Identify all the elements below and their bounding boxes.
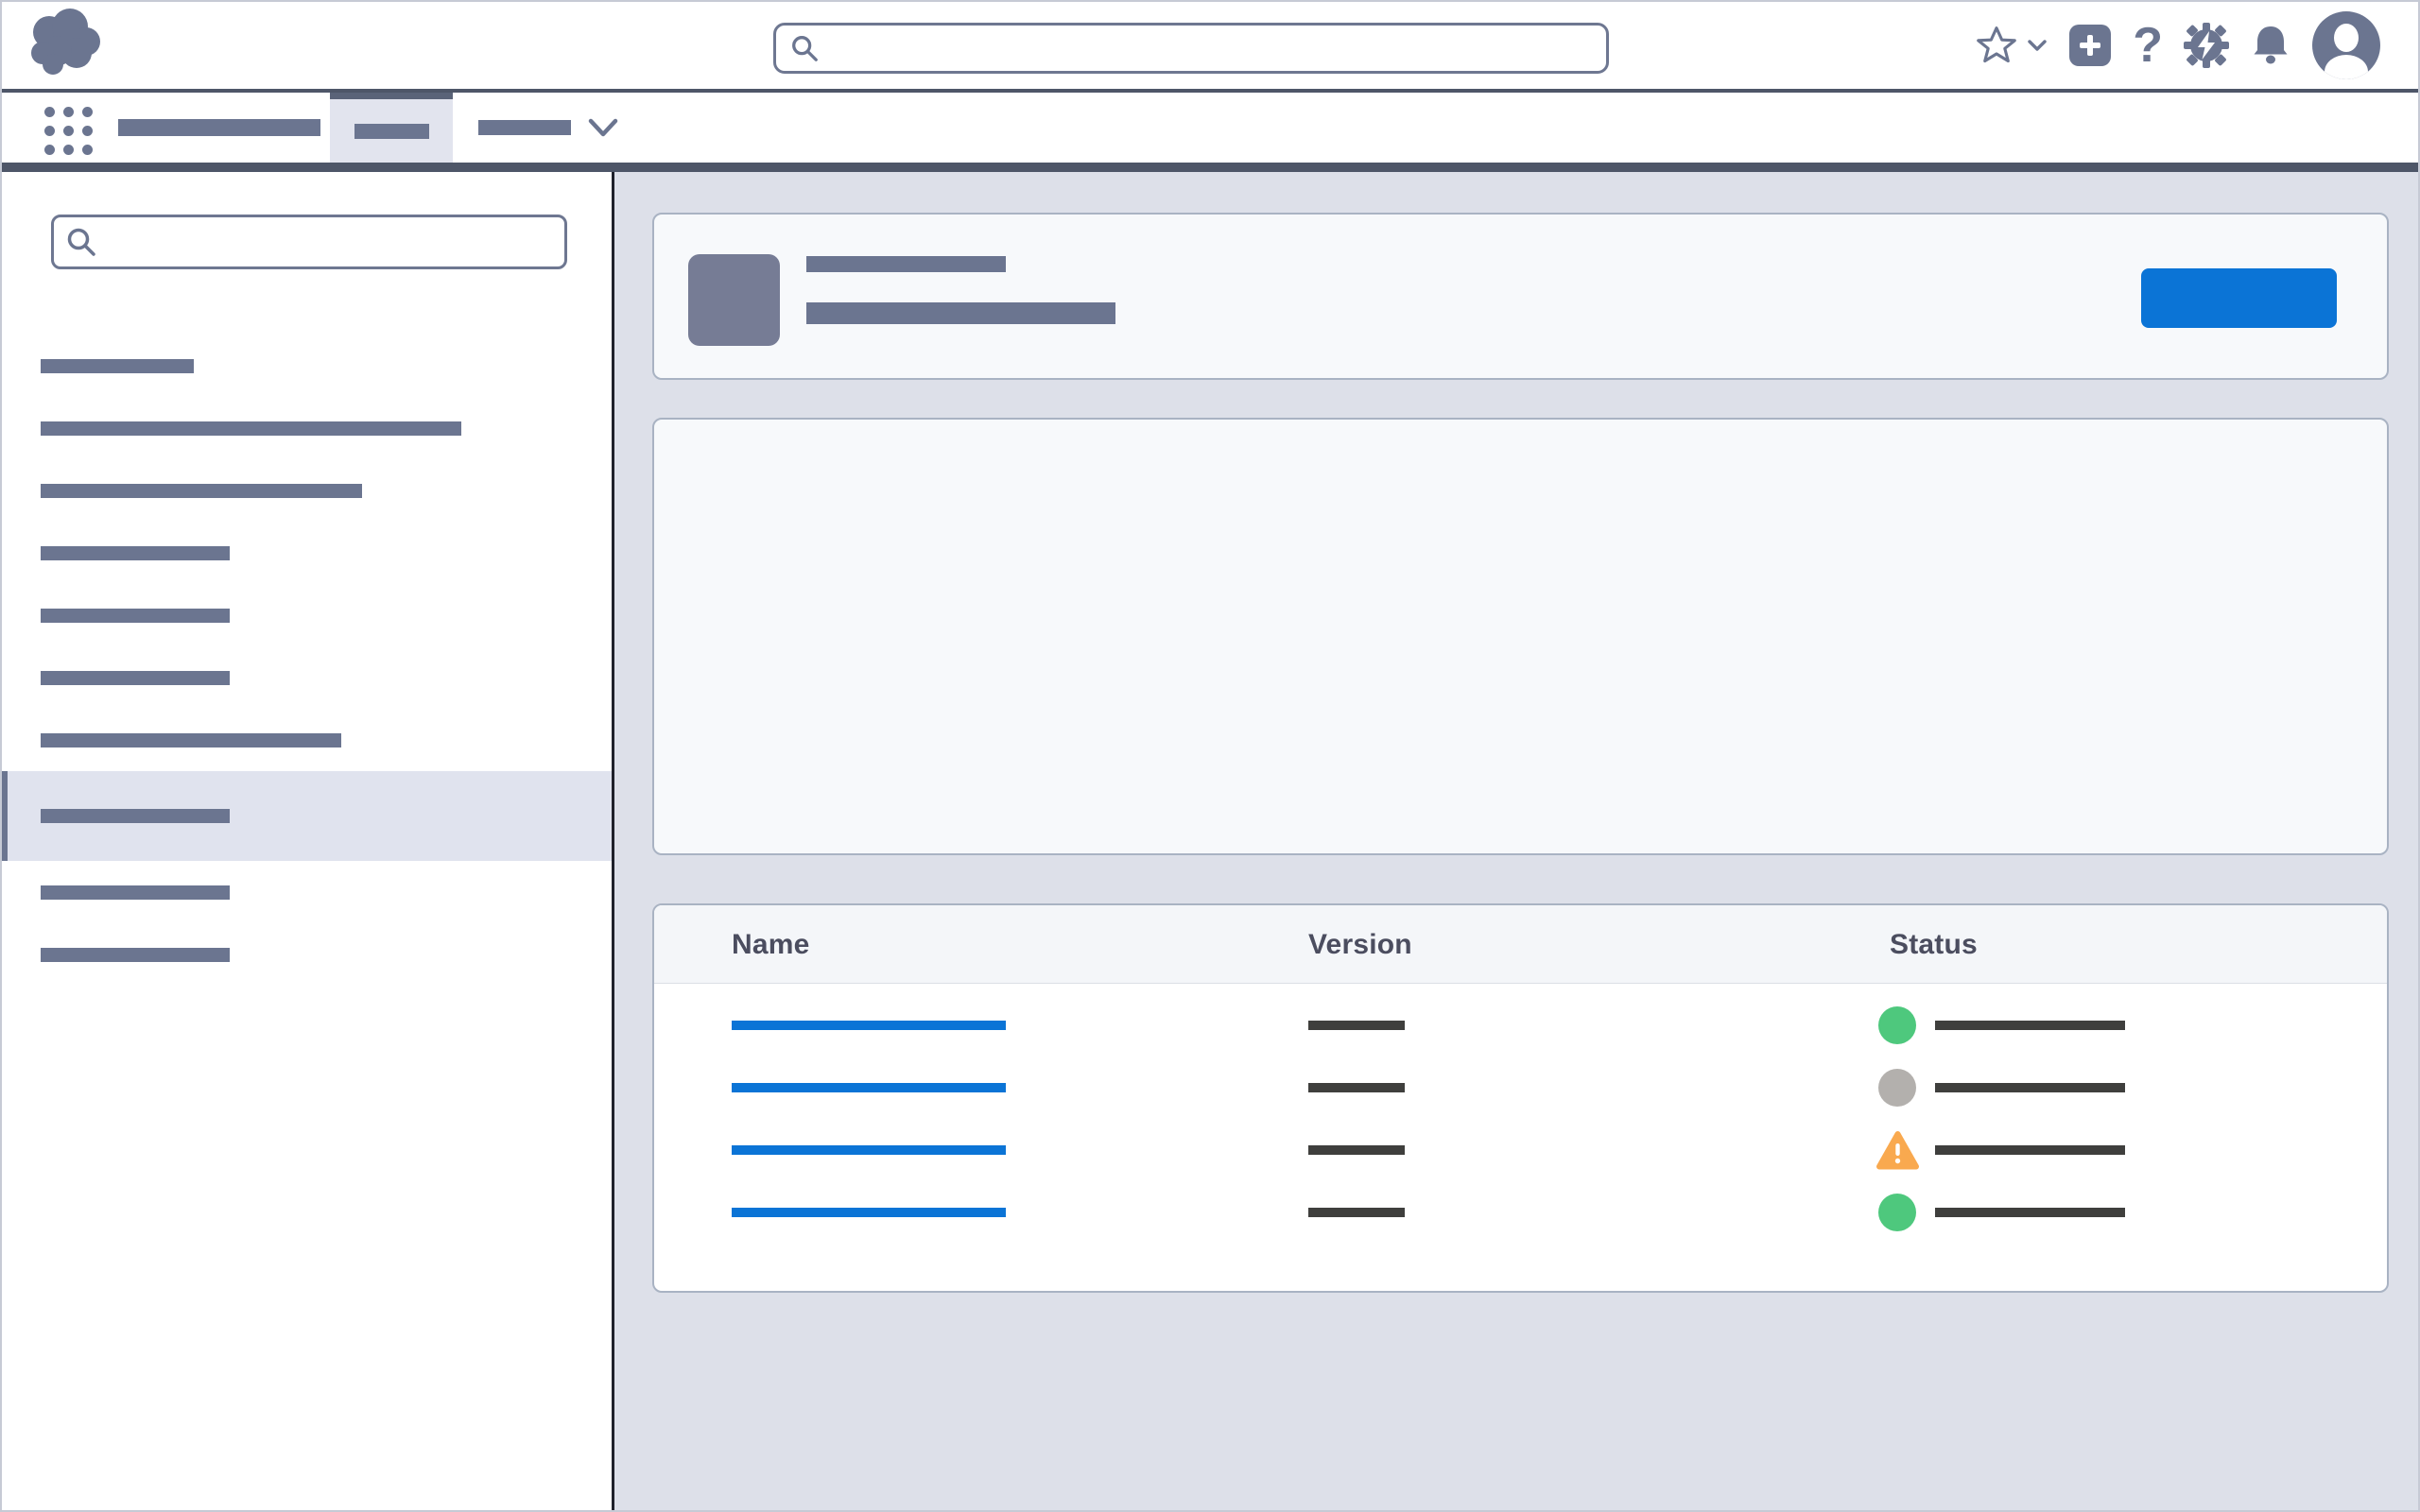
status-cell <box>1878 1194 2124 1231</box>
status-cell <box>1878 1006 2124 1044</box>
version-value-placeholder <box>1308 1083 1405 1092</box>
sidebar-search <box>51 215 567 269</box>
column-header-name: Name <box>732 905 810 984</box>
help-icon[interactable]: ? <box>2133 21 2163 70</box>
sidebar-item[interactable] <box>2 646 612 709</box>
app-window: ? <box>0 0 2420 1512</box>
active-nav-tab[interactable] <box>330 93 453 163</box>
user-avatar[interactable] <box>2312 11 2380 79</box>
table-body <box>654 984 2387 1244</box>
favorites-star-icon[interactable] <box>1976 25 2017 66</box>
add-plus-icon[interactable] <box>2068 24 2112 67</box>
table-header-row: Name Version Status <box>654 905 2387 984</box>
table-row <box>654 1057 2387 1119</box>
sidebar-item-label-placeholder <box>41 948 230 962</box>
column-header-status: Status <box>1890 905 1978 984</box>
table-row <box>654 1181 2387 1244</box>
record-name-link-placeholder[interactable] <box>732 1083 1006 1092</box>
nav-menu-label-placeholder <box>478 120 571 135</box>
record-name-link-placeholder[interactable] <box>732 1208 1006 1217</box>
avatar-head-shape <box>2334 24 2359 52</box>
nav-menu-item[interactable] <box>478 93 620 163</box>
avatar-body-shape <box>2325 55 2368 79</box>
status-cell <box>1878 1069 2124 1107</box>
sidebar-item[interactable] <box>2 709 612 771</box>
status-text-placeholder <box>1935 1083 2125 1092</box>
search-icon <box>789 33 820 63</box>
global-header: ? <box>2 2 2418 89</box>
page-header-card <box>652 213 2389 380</box>
sidebar-item[interactable] <box>2 584 612 646</box>
app-launcher-icon[interactable] <box>44 107 93 155</box>
sidebar-item-label-placeholder <box>41 609 230 623</box>
table-row <box>654 994 2387 1057</box>
version-value-placeholder <box>1308 1208 1405 1217</box>
version-value-placeholder <box>1308 1145 1405 1155</box>
record-name-link-placeholder[interactable] <box>732 1145 1006 1155</box>
sidebar-search-input[interactable] <box>109 226 553 258</box>
sidebar-item[interactable] <box>2 861 612 923</box>
table-row <box>654 1119 2387 1181</box>
version-value-placeholder <box>1308 1021 1405 1030</box>
sidebar-item[interactable] <box>2 459 612 522</box>
sidebar-item-label-placeholder <box>41 546 230 560</box>
nav-chevron-down-icon <box>586 116 620 139</box>
active-tab-label-placeholder <box>354 124 429 139</box>
sidebar-item[interactable] <box>2 397 612 459</box>
status-dot-icon <box>1878 1006 1916 1044</box>
sidebar-item[interactable] <box>2 335 612 397</box>
entity-icon <box>688 254 780 346</box>
sidebar-item-label-placeholder <box>41 421 461 436</box>
global-search-input[interactable] <box>831 32 1593 64</box>
page-subtitle-placeholder <box>806 302 1115 324</box>
sidebar-nav-list <box>2 335 612 986</box>
sidebar-item-label-placeholder <box>41 671 230 685</box>
app-navigation-bar <box>2 89 2418 172</box>
sidebar-item-label-placeholder <box>41 484 362 498</box>
sidebar-item[interactable] <box>2 522 612 584</box>
cloud-logo <box>25 6 104 79</box>
setup-sidebar <box>2 172 614 1510</box>
search-icon <box>65 226 97 258</box>
status-dot-icon <box>1878 1069 1916 1107</box>
page-body: Name Version Status <box>2 172 2418 1510</box>
page-title-placeholder <box>806 256 1006 272</box>
global-search <box>773 23 1609 74</box>
status-text-placeholder <box>1935 1021 2125 1030</box>
notifications-bell-icon[interactable] <box>2250 23 2291 68</box>
primary-action-button[interactable] <box>2141 268 2337 328</box>
data-table-card: Name Version Status <box>652 903 2389 1293</box>
warning-triangle-icon <box>1876 1130 1920 1171</box>
sidebar-item-label-placeholder <box>41 733 341 747</box>
status-text-placeholder <box>1935 1208 2125 1217</box>
global-actions: ? <box>1976 2 2380 89</box>
content-panel-card <box>652 418 2389 855</box>
sidebar-item-label-placeholder <box>41 809 230 823</box>
sidebar-item-label-placeholder <box>41 885 230 900</box>
favorites-chevron-down-icon[interactable] <box>2027 38 2048 53</box>
status-cell <box>1878 1131 2124 1169</box>
sidebar-item-label-placeholder <box>41 359 194 373</box>
sidebar-item[interactable] <box>2 771 612 861</box>
record-name-link-placeholder[interactable] <box>732 1021 1006 1030</box>
column-header-version: Version <box>1308 905 1412 984</box>
setup-gear-icon[interactable] <box>2184 23 2229 68</box>
status-text-placeholder <box>1935 1145 2125 1155</box>
status-dot-icon <box>1878 1194 1916 1231</box>
app-name-placeholder <box>118 119 320 136</box>
sidebar-item[interactable] <box>2 923 612 986</box>
main-content: Name Version Status <box>614 172 2418 1510</box>
